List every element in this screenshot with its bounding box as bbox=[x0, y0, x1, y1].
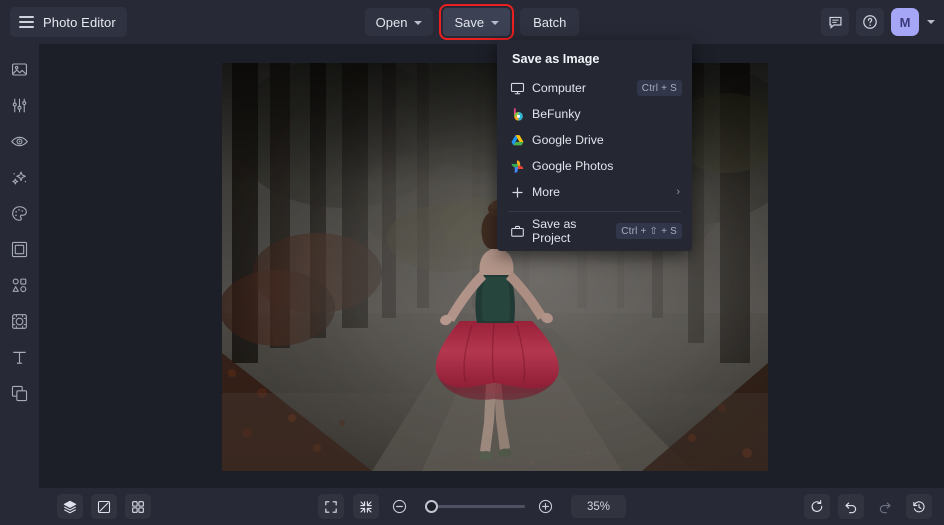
sparkle-icon bbox=[12, 170, 27, 184]
eye-icon bbox=[11, 136, 28, 146]
avatar[interactable]: M bbox=[891, 8, 919, 36]
menu-item-shortcut: Ctrl + S bbox=[636, 80, 682, 96]
open-button-label: Open bbox=[375, 14, 408, 30]
overlay-icon bbox=[12, 313, 27, 329]
chevron-down-icon bbox=[414, 20, 423, 25]
sidebar-item-text[interactable] bbox=[5, 346, 35, 368]
redo-icon bbox=[879, 502, 891, 513]
layers-icon bbox=[11, 385, 28, 401]
sidebar-item-artsy[interactable] bbox=[5, 202, 35, 224]
feedback-button[interactable] bbox=[821, 8, 849, 36]
image-icon bbox=[12, 62, 27, 76]
sliders-icon bbox=[12, 98, 27, 112]
history-icon bbox=[913, 500, 925, 512]
google-photos-icon bbox=[510, 159, 532, 174]
photo-editor-app: Photo Editor Open Save Batch M Save as I… bbox=[0, 0, 944, 525]
sidebar-item-graphics[interactable] bbox=[5, 274, 35, 296]
zoom-slider-track bbox=[425, 505, 525, 508]
menu-item-label: BeFunky bbox=[532, 107, 581, 121]
menu-item-computer[interactable]: Computer Ctrl + S bbox=[497, 75, 692, 101]
account-chevron-down-icon[interactable] bbox=[927, 20, 935, 24]
befunky-logo-icon bbox=[510, 107, 532, 122]
undo-button[interactable] bbox=[838, 494, 864, 519]
text-t-icon bbox=[13, 351, 26, 364]
minus-circle-icon bbox=[392, 499, 406, 514]
sidebar-item-layers[interactable] bbox=[5, 382, 35, 404]
fullscreen-button[interactable] bbox=[318, 494, 344, 519]
zoom-slider[interactable] bbox=[419, 499, 525, 515]
save-menu-title: Save as Image bbox=[512, 52, 600, 66]
sidebar-item-overlays[interactable] bbox=[5, 310, 35, 332]
menu-item-google-photos[interactable]: Google Photos bbox=[497, 153, 692, 179]
menu-item-label: Google Photos bbox=[532, 159, 614, 173]
zoom-in-button[interactable] bbox=[534, 496, 556, 518]
bottom-toolbar: 35% bbox=[0, 488, 944, 525]
frame-icon bbox=[11, 241, 28, 257]
sidebar-item-effects[interactable] bbox=[5, 166, 35, 188]
plus-icon bbox=[510, 185, 532, 200]
save-button-label: Save bbox=[454, 14, 485, 30]
chevron-right-icon: › bbox=[676, 186, 680, 198]
history-button[interactable] bbox=[906, 494, 932, 519]
question-circle-icon bbox=[863, 15, 877, 29]
save-dropdown-menu: Save as Image Computer Ctrl + S BeFunky … bbox=[497, 40, 692, 251]
sidebar-item-frames[interactable] bbox=[5, 238, 35, 260]
top-toolbar-right: M bbox=[821, 0, 935, 44]
sidebar-item-image[interactable] bbox=[5, 58, 35, 80]
plus-circle-icon bbox=[538, 499, 552, 514]
sidebar-item-edit[interactable] bbox=[5, 94, 35, 116]
chat-icon bbox=[828, 16, 842, 29]
menu-item-more[interactable]: More › bbox=[497, 179, 692, 205]
help-button[interactable] bbox=[856, 8, 884, 36]
palette-icon bbox=[12, 205, 27, 221]
google-drive-icon bbox=[510, 133, 532, 148]
monitor-icon bbox=[510, 81, 532, 96]
sidebar-item-retouch[interactable] bbox=[5, 130, 35, 152]
batch-button-label: Batch bbox=[533, 14, 567, 30]
refresh-icon bbox=[811, 499, 823, 512]
zoom-slider-handle[interactable] bbox=[424, 500, 438, 513]
menu-item-label: Computer bbox=[532, 81, 586, 95]
menu-item-save-as-project[interactable]: Save as Project Ctrl + ⇧ + S bbox=[497, 217, 692, 245]
fit-to-screen-button[interactable] bbox=[353, 494, 379, 519]
undo-icon bbox=[845, 502, 857, 513]
collapse-icon bbox=[360, 500, 372, 513]
menu-item-befunky[interactable]: BeFunky bbox=[497, 101, 692, 127]
briefcase-icon bbox=[510, 224, 532, 239]
zoom-level-value[interactable]: 35% bbox=[571, 495, 626, 518]
hamburger-icon bbox=[19, 16, 34, 28]
menu-item-label: More bbox=[532, 185, 561, 199]
menu-item-google-drive[interactable]: Google Drive bbox=[497, 127, 692, 153]
tools-sidebar bbox=[0, 44, 39, 488]
save-button[interactable]: Save bbox=[439, 4, 515, 40]
menu-item-label: Save as Project bbox=[532, 217, 577, 245]
zoom-controls: 35% bbox=[0, 494, 944, 519]
reset-button[interactable] bbox=[804, 494, 830, 519]
shapes-icon bbox=[12, 277, 27, 292]
batch-button[interactable]: Batch bbox=[520, 8, 580, 36]
bottom-toolbar-right bbox=[804, 494, 932, 519]
menu-item-label: Google Drive bbox=[532, 133, 604, 147]
app-title: Photo Editor bbox=[43, 14, 116, 30]
redo-button[interactable] bbox=[872, 494, 898, 519]
chevron-down-icon bbox=[491, 20, 500, 25]
zoom-out-button[interactable] bbox=[388, 496, 410, 518]
open-button[interactable]: Open bbox=[364, 8, 434, 36]
canvas-area[interactable] bbox=[39, 44, 944, 488]
expand-icon bbox=[325, 500, 337, 513]
menu-item-shortcut: Ctrl + ⇧ + S bbox=[616, 223, 682, 239]
avatar-initial: M bbox=[899, 14, 911, 30]
menu-divider bbox=[508, 211, 681, 212]
app-menu-button[interactable]: Photo Editor bbox=[10, 7, 127, 37]
